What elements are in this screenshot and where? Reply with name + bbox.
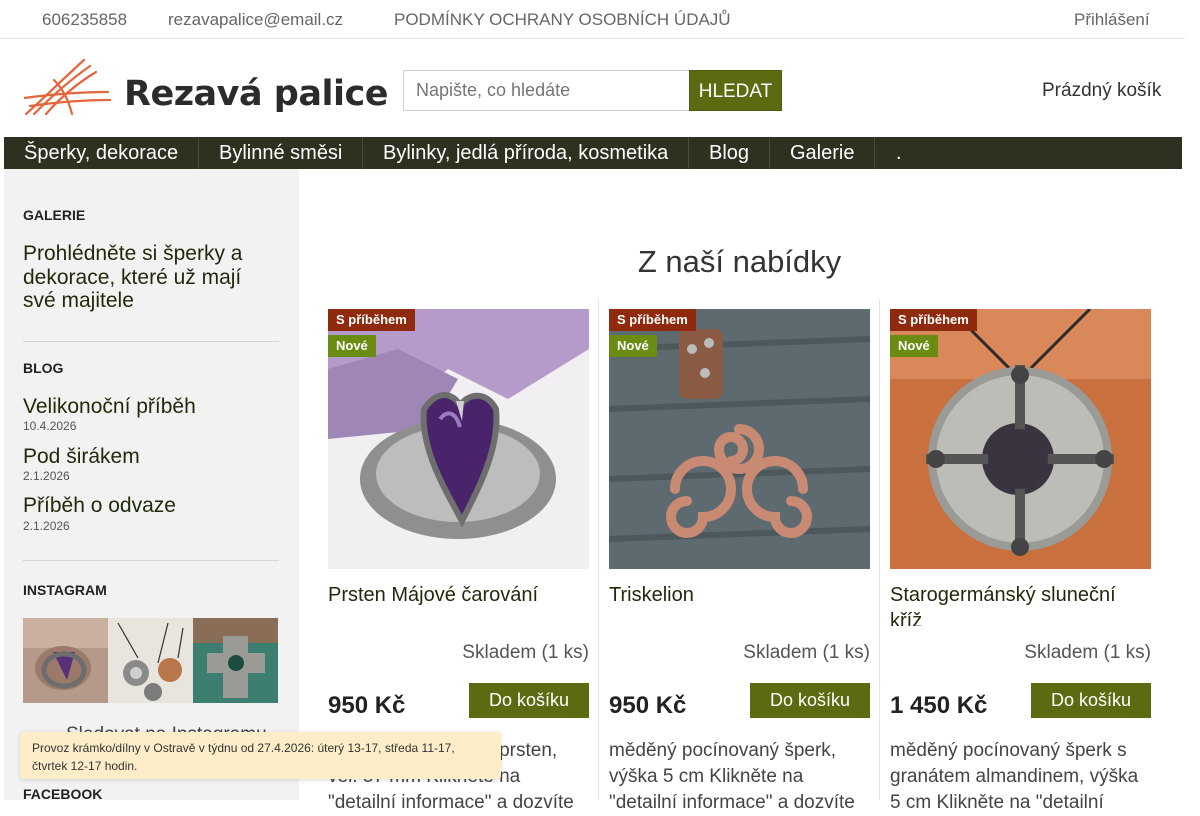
nav-item-gallery[interactable]: Galerie (770, 137, 876, 169)
stock-status: Skladem (1 ks) (462, 642, 589, 663)
search-button[interactable]: HLEDAT (689, 70, 782, 111)
notice-text: Provoz krámko/dílny v Ostravě v týdnu od… (32, 741, 455, 773)
story-badge: S příběhem (890, 309, 977, 331)
add-to-cart-label: Do košíku (488, 690, 570, 710)
product-description: měděný pocínovaný šperk, výška 5 cm Klik… (609, 740, 855, 813)
gallery-link[interactable]: Prohlédněte si šperky a dekorace, které … (23, 242, 263, 313)
product-name[interactable]: Starogermánský sluneční kříž (890, 582, 1151, 626)
new-badge: Nové (890, 335, 938, 357)
divider (23, 560, 279, 561)
product-card: S příběhem Nové Triskelion Skladem (1 ks… (609, 309, 870, 813)
blog-post-date: 2.1.2026 (23, 519, 70, 533)
logo-strokes-icon (24, 58, 112, 116)
nav-item-more[interactable]: . (876, 137, 922, 169)
blog-post-date: 10.4.2026 (23, 419, 77, 433)
add-to-cart-label: Do košíku (769, 690, 851, 710)
product-price: 950 Kč (609, 692, 687, 719)
instagram-photo-ring[interactable] (23, 618, 108, 703)
new-badge: Nové (328, 335, 376, 357)
offer-heading: Z naší nabídky (637, 244, 842, 279)
email-address: rezavapalice@email.cz (168, 10, 344, 29)
stock-status: Skladem (1 ks) (743, 642, 870, 663)
blog-post-title[interactable]: Příběh o odvaze (23, 494, 176, 518)
blog-post-title[interactable]: Velikonoční příběh (23, 395, 196, 419)
nav-item-jewelry[interactable]: Šperky, dekorace (4, 137, 200, 169)
story-badge: S příběhem (328, 309, 415, 331)
blog-heading: BLOG (23, 360, 64, 376)
nav-item-herbal-mixes[interactable]: Bylinné směsi (199, 137, 364, 169)
top-bar: 606235858 rezavapalice@email.cz PODMÍNKY… (0, 0, 1185, 39)
product-photo[interactable]: S příběhem Nové (609, 309, 870, 569)
product-photo[interactable]: S příběhem Nové (328, 309, 589, 569)
product-card: S příběhem Nové Starogermánský sluneční … (890, 309, 1151, 813)
blog-post-date: 2.1.2026 (23, 469, 70, 483)
product-price: 1 450 Kč (890, 692, 988, 719)
main-navigation: Šperky, dekorace Bylinné směsi Bylinky, … (4, 137, 1182, 169)
phone-contact[interactable]: 606235858 (24, 10, 127, 30)
product-card: S příběhem Nové Prsten Májové čarování S… (328, 309, 589, 813)
sidebar: GALERIE Prohlédněte si šperky a dekorace… (4, 169, 299, 802)
privacy-policy-link[interactable]: PODMÍNKY OCHRANY OSOBNÍCH ÚDAJŮ (394, 10, 731, 30)
story-badge: S příběhem (609, 309, 696, 331)
add-to-cart-button[interactable]: Do košíku (750, 683, 870, 718)
search-input[interactable] (403, 70, 690, 111)
add-to-cart-button[interactable]: Do košíku (469, 683, 589, 718)
phone-number: 606235858 (42, 10, 128, 29)
product-name[interactable]: Triskelion (609, 582, 870, 626)
cart-status[interactable]: Prázdný košík (1042, 80, 1161, 102)
login-link[interactable]: Přihlášení (1074, 10, 1150, 30)
instagram-photo-cross[interactable] (193, 618, 278, 703)
column-divider (598, 299, 599, 800)
nav-item-blog[interactable]: Blog (689, 137, 771, 169)
product-price: 950 Kč (328, 692, 406, 719)
new-badge: Nové (609, 335, 657, 357)
instagram-heading: INSTAGRAM (23, 582, 107, 598)
nav-item-herbs-nature[interactable]: Bylinky, jedlá příroda, kosmetika (363, 137, 690, 169)
logo-text: Rezavá palice (124, 74, 388, 114)
site-logo[interactable]: Rezavá palice (24, 58, 400, 118)
stock-status: Skladem (1 ks) (1024, 642, 1151, 663)
email-contact[interactable]: rezavapalice@email.cz (150, 10, 343, 30)
add-to-cart-label: Do košíku (1050, 690, 1132, 710)
column-divider (879, 299, 880, 800)
add-to-cart-button[interactable]: Do košíku (1031, 683, 1151, 718)
product-name[interactable]: Prsten Májové čarování (328, 582, 589, 626)
store-hours-notice: Provoz krámko/dílny v Ostravě v týdnu od… (20, 732, 501, 779)
product-description: měděný pocínovaný šperk s granátem alman… (890, 740, 1139, 813)
gallery-heading: GALERIE (23, 207, 86, 223)
instagram-photo-pendants[interactable] (108, 618, 193, 703)
blog-post-title[interactable]: Pod širákem (23, 445, 140, 469)
divider (23, 341, 279, 342)
product-photo[interactable]: S příběhem Nové (890, 309, 1151, 569)
